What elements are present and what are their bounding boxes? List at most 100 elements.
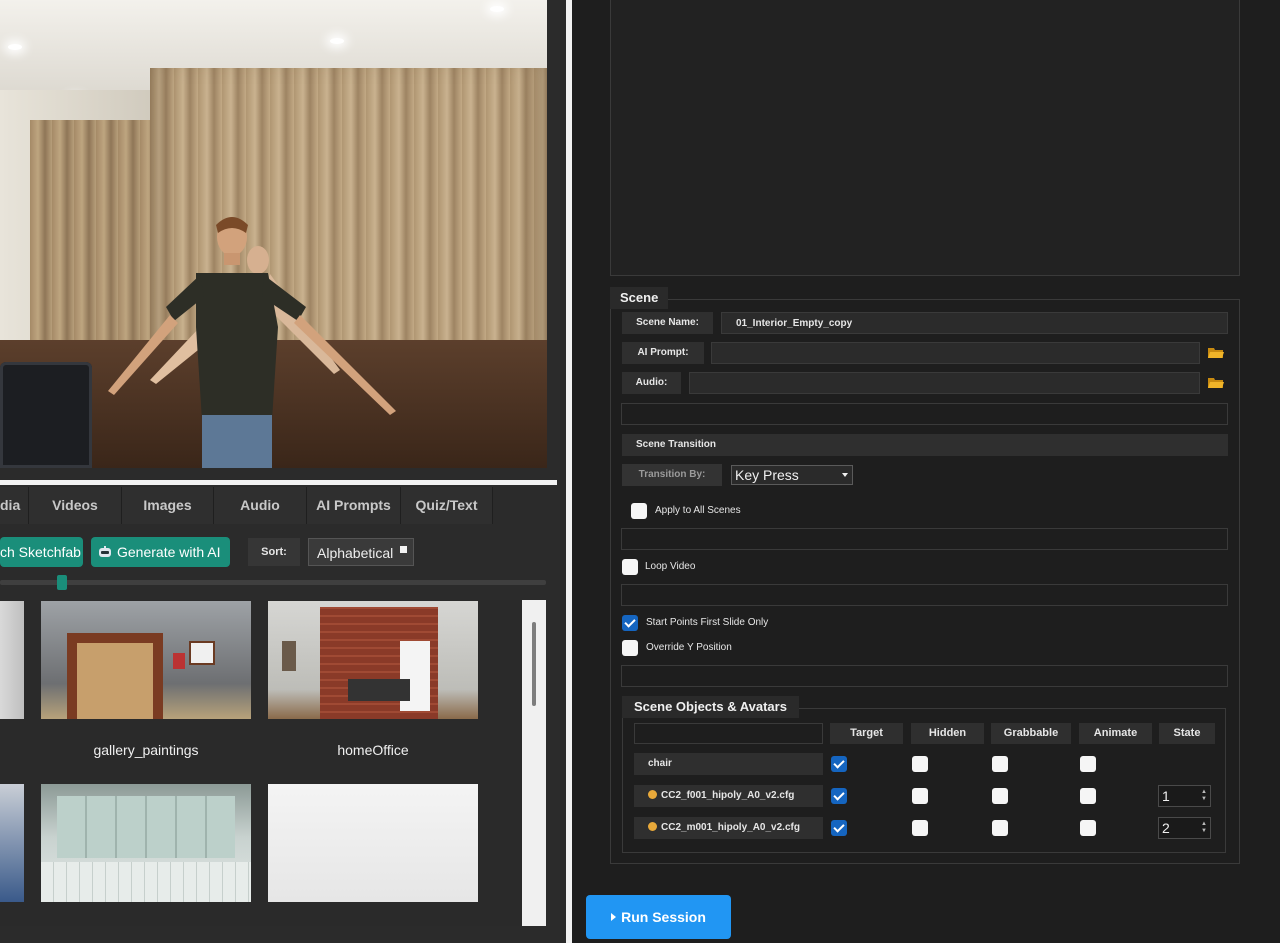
object-name-text: CC2_m001_hipoly_A0_v2.cfg	[661, 822, 800, 833]
ceiling-light	[8, 44, 22, 50]
scene-thumbnail-caption: gallery_paintings	[93, 742, 199, 758]
sort-select-value: Alphabetical	[317, 545, 394, 561]
target-checkbox[interactable]	[831, 820, 847, 836]
run-session-button[interactable]: Run Session	[586, 895, 731, 939]
hidden-checkbox[interactable]	[912, 756, 928, 772]
thumbnail-size-slider[interactable]	[0, 580, 546, 585]
dropdown-arrow-icon	[400, 546, 407, 553]
viewport-divider	[0, 480, 557, 485]
scene-settings-panel: Scene Scene Name: 01_Interior_Empty_copy…	[572, 0, 1280, 943]
object-row-name: CC2_f001_hipoly_A0_v2.cfg	[634, 785, 823, 807]
spin-arrows-icon[interactable]: ▲ ▼	[1201, 821, 1207, 835]
object-name-text: CC2_f001_hipoly_A0_v2.cfg	[661, 790, 795, 801]
scene-thumbnail[interactable]	[41, 784, 251, 902]
loop-video-checkbox[interactable]	[622, 559, 638, 575]
object-row-name: CC2_m001_hipoly_A0_v2.cfg	[634, 817, 823, 839]
tab-videos[interactable]: Videos	[29, 487, 122, 524]
generate-with-ai-label: Generate with AI	[117, 544, 221, 560]
hidden-checkbox[interactable]	[912, 788, 928, 804]
column-header-target: Target	[830, 723, 903, 744]
search-sketchfab-label: ch Sketchfab	[0, 544, 81, 560]
tab-ai-prompts[interactable]: AI Prompts	[307, 487, 401, 524]
animate-checkbox[interactable]	[1080, 788, 1096, 804]
dropdown-arrow-icon	[842, 473, 848, 477]
thumbnail-size-slider-handle[interactable]	[57, 575, 67, 590]
state-spinbox[interactable]: 1 ▲ ▼	[1158, 785, 1211, 807]
scene-3d-viewport[interactable]	[0, 0, 547, 468]
start-points-first-slide-label: Start Points First Slide Only	[646, 617, 769, 628]
scene-thumbnail[interactable]	[0, 784, 24, 902]
ceiling-light	[330, 38, 344, 44]
scene-thumbnail-grid: gallery_paintings homeOffice	[0, 600, 546, 926]
start-points-first-slide-checkbox[interactable]	[622, 615, 638, 631]
tab-quiz-text[interactable]: Quiz/Text	[401, 487, 493, 524]
grabbable-checkbox[interactable]	[992, 756, 1008, 772]
scene-transition-header: Scene Transition	[622, 434, 1228, 456]
override-y-position-label: Override Y Position	[646, 642, 732, 653]
scene-name-label: Scene Name:	[622, 312, 713, 334]
scene-objects-title: Scene Objects & Avatars	[622, 696, 799, 718]
tab-images[interactable]: Images	[122, 487, 214, 524]
transition-by-value: Key Press	[735, 467, 799, 483]
sort-label: Sort:	[248, 538, 300, 566]
column-header-animate: Animate	[1079, 723, 1152, 744]
ai-prompt-input[interactable]	[711, 342, 1200, 364]
scene-thumbnail[interactable]	[268, 784, 478, 902]
transition-by-select[interactable]: Key Press	[731, 465, 853, 485]
state-value: 2	[1162, 820, 1170, 836]
apply-all-scenes-label: Apply to All Scenes	[655, 505, 741, 516]
loop-video-label: Loop Video	[645, 561, 696, 572]
avatar-icon	[648, 822, 657, 831]
male-avatar	[108, 217, 396, 468]
override-y-position-checkbox[interactable]	[622, 640, 638, 656]
spin-arrows-icon[interactable]: ▲ ▼	[1201, 789, 1207, 803]
search-sketchfab-button[interactable]: ch Sketchfab	[0, 537, 83, 567]
spacer-row	[621, 528, 1228, 550]
scene-thumbnail[interactable]	[0, 601, 24, 719]
tab-media[interactable]: dia	[0, 487, 29, 524]
state-spinbox[interactable]: 2 ▲ ▼	[1158, 817, 1211, 839]
tab-audio[interactable]: Audio	[214, 487, 307, 524]
media-panel: dia Videos Images Audio AI Prompts Quiz/…	[0, 0, 566, 943]
preview-area	[610, 0, 1240, 276]
object-name-text: chair	[648, 758, 672, 769]
viewport-bench	[0, 362, 92, 468]
spacer-row	[621, 665, 1228, 687]
sort-select[interactable]: Alphabetical	[308, 538, 414, 566]
folder-open-icon[interactable]	[1208, 377, 1224, 389]
scene-group-title: Scene	[610, 287, 669, 309]
grabbable-checkbox[interactable]	[992, 820, 1008, 836]
hidden-checkbox[interactable]	[912, 820, 928, 836]
animate-checkbox[interactable]	[1080, 820, 1096, 836]
spacer-row	[621, 403, 1228, 425]
generate-with-ai-button[interactable]: Generate with AI	[91, 537, 230, 567]
transition-by-label: Transition By:	[622, 464, 722, 486]
play-icon	[611, 913, 617, 921]
target-checkbox[interactable]	[831, 756, 847, 772]
target-checkbox[interactable]	[831, 788, 847, 804]
column-header-state: State	[1159, 723, 1215, 744]
audio-input[interactable]	[689, 372, 1200, 394]
spacer-row	[621, 584, 1228, 606]
state-value: 1	[1162, 788, 1170, 804]
scene-name-input[interactable]: 01_Interior_Empty_copy	[721, 312, 1228, 334]
grabbable-checkbox[interactable]	[992, 788, 1008, 804]
robot-icon	[99, 546, 111, 557]
media-tabs: dia Videos Images Audio AI Prompts Quiz/…	[0, 487, 493, 524]
animate-checkbox[interactable]	[1080, 756, 1096, 772]
avatar-icon	[648, 790, 657, 799]
scene-thumbnail[interactable]	[41, 601, 251, 719]
ceiling-light	[490, 6, 504, 12]
folder-open-icon[interactable]	[1208, 347, 1224, 359]
audio-label: Audio:	[622, 372, 681, 394]
object-row-name: chair	[634, 753, 823, 775]
thumbnail-grid-scrollbar-thumb[interactable]	[532, 622, 536, 706]
apply-all-scenes-checkbox[interactable]	[631, 503, 647, 519]
column-header-hidden: Hidden	[911, 723, 984, 744]
column-header-grabbable: Grabbable	[991, 723, 1071, 744]
object-name-column-header	[634, 723, 823, 744]
run-session-label: Run Session	[621, 909, 706, 925]
scene-thumbnail-caption: homeOffice	[337, 742, 409, 758]
ai-prompt-label: AI Prompt:	[622, 342, 704, 364]
scene-thumbnail[interactable]	[268, 601, 478, 719]
